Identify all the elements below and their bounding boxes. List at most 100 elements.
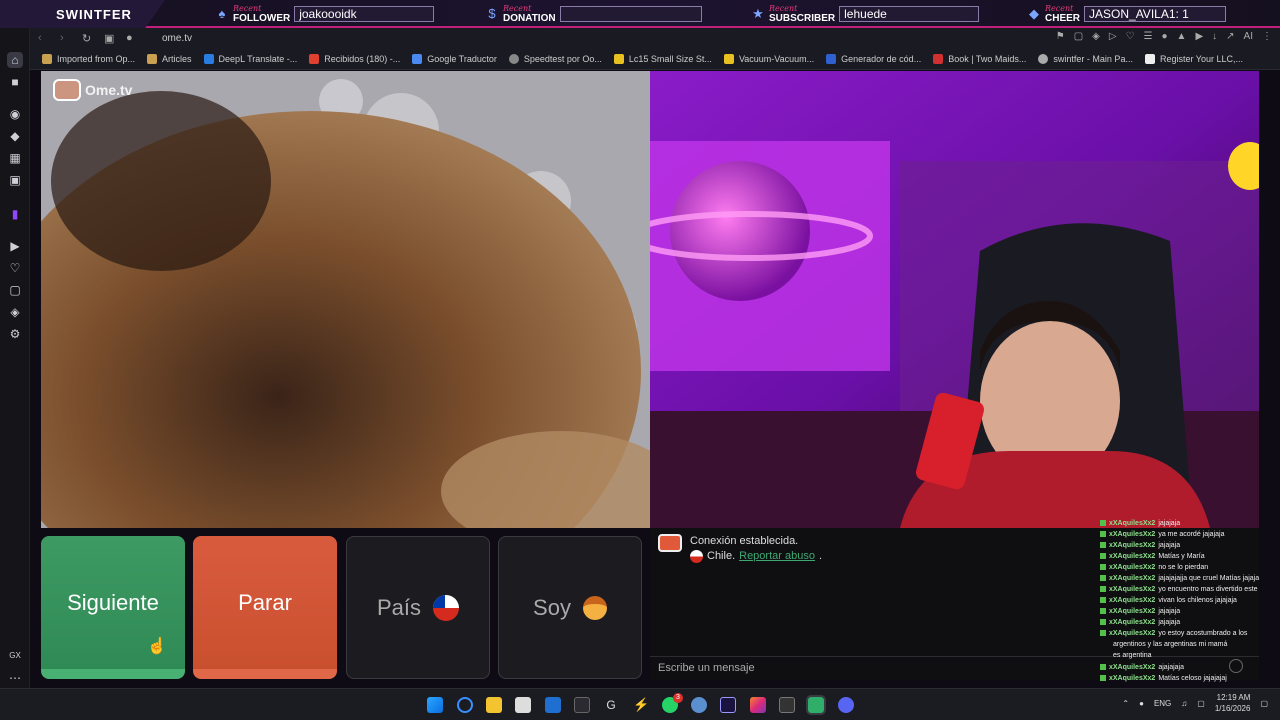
diamond-icon[interactable]: ◆ <box>7 128 23 144</box>
user-icon: ♠ <box>218 6 226 21</box>
chile-flag-icon <box>433 594 460 621</box>
browser-sidebar: ⌂ ■ ◉ ◆ ▦ ▣ ▮ ▶ ♡ ▢ ◈ ⚙ GX ⋯ <box>0 28 30 688</box>
play-icon[interactable]: ▷ <box>1109 31 1117 42</box>
globe-icon[interactable] <box>691 697 707 713</box>
cortana-icon[interactable] <box>457 697 473 713</box>
gamepad-icon[interactable]: ■ <box>7 74 23 90</box>
instagram-icon[interactable] <box>750 697 766 713</box>
report-abuse-link[interactable]: Reportar abuso <box>739 549 815 564</box>
bookmark-item[interactable]: Recibidos (180) -... <box>309 53 400 64</box>
pin-icon[interactable]: ↗ <box>1226 31 1234 42</box>
clock[interactable]: 12:19 AM 1/16/2026 <box>1215 692 1251 714</box>
badge-icon <box>1100 664 1106 670</box>
heart-icon[interactable]: ♡ <box>1126 31 1135 42</box>
more-icon[interactable]: ⋯ <box>7 670 23 686</box>
store-icon[interactable] <box>515 697 531 713</box>
gender-button[interactable]: Soy <box>498 536 642 679</box>
ai-button[interactable]: AI <box>1244 31 1253 42</box>
forward-icon[interactable]: › <box>60 32 74 44</box>
speaker-icon[interactable]: ♫ <box>1181 699 1187 708</box>
menu-icon[interactable]: ☰ <box>1144 31 1153 42</box>
outlook-icon[interactable] <box>545 697 561 713</box>
dollar-icon: $ <box>488 6 496 21</box>
chevron-up-icon[interactable]: ⌃ <box>1122 699 1129 708</box>
g-app-icon[interactable]: G <box>603 697 619 713</box>
bookmark-item[interactable]: Speedtest por Oo... <box>508 53 602 64</box>
next-button[interactable]: Siguiente <box>41 536 185 679</box>
bookmark-item[interactable]: DeepL Translate -... <box>203 53 297 64</box>
calendar-icon[interactable] <box>574 697 590 713</box>
badge-icon <box>1100 597 1106 603</box>
gx-label[interactable]: GX <box>7 648 23 664</box>
play-icon[interactable]: ▶ <box>7 238 23 254</box>
twitch-app-icon[interactable]: ▮ <box>7 206 23 222</box>
box-icon[interactable]: ▣ <box>7 172 23 188</box>
chile-flag-icon <box>690 550 703 563</box>
bookmark-item[interactable]: Vacuum-Vacuum... <box>723 53 814 64</box>
stream-chat-message: xXAquilesXx2 no se lo pierdan <box>1100 562 1280 573</box>
bookmark-item[interactable]: Articles <box>147 53 192 64</box>
star-icon: ★ <box>752 6 764 21</box>
follower-label: FOLLOWER <box>233 13 291 24</box>
speedtest-icon <box>508 53 519 64</box>
profile-icon[interactable]: ● <box>1162 31 1168 42</box>
extensions-icon[interactable]: ▲ <box>1177 31 1187 42</box>
home-icon[interactable]: ⌂ <box>7 52 23 68</box>
bookmark-item[interactable]: Register Your LLC,... <box>1144 53 1243 64</box>
book-icon <box>933 53 944 64</box>
twitch-icon[interactable]: ◉ <box>7 106 23 122</box>
settings-icon[interactable]: ⚙ <box>7 326 23 342</box>
reload-icon[interactable]: ↻ <box>82 32 96 45</box>
country-button[interactable]: País <box>346 536 490 679</box>
lock-icon: ● <box>126 32 133 44</box>
badge-icon <box>1100 553 1106 559</box>
obs-icon[interactable] <box>779 697 795 713</box>
premiere-icon[interactable] <box>720 697 736 713</box>
url-text[interactable]: ome.tv <box>162 33 192 44</box>
bookmark-item[interactable]: swintfer - Main Pa... <box>1038 53 1133 64</box>
stream-chat-message: xXAquilesXx2 yo encuentro mas divertido e… <box>1100 584 1280 595</box>
cheer-label: CHEER <box>1045 13 1081 24</box>
bookmark-item[interactable]: Book | Two Maids... <box>933 53 1026 64</box>
clipboard-icon[interactable]: ▢ <box>7 282 23 298</box>
shield-icon[interactable]: ◈ <box>1092 31 1100 42</box>
file-explorer-icon[interactable] <box>486 697 502 713</box>
active-app-icon[interactable] <box>806 695 826 715</box>
microphone-icon[interactable]: ● <box>1139 699 1144 708</box>
self-video-frame <box>650 71 1259 528</box>
stop-button[interactable]: Parar <box>193 536 337 679</box>
badge-icon <box>1100 520 1106 526</box>
screenshot-icon[interactable]: ▢ <box>1074 31 1083 42</box>
bookmark-item[interactable]: Lc15 Small Size St... <box>613 53 712 64</box>
site-icon <box>613 53 624 64</box>
discord-icon[interactable] <box>838 697 854 713</box>
display-icon[interactable]: ▢ <box>1197 699 1205 708</box>
stream-chat-message: xXAquilesXx2 jajajaja <box>1100 617 1280 628</box>
lightning-icon[interactable]: ⚡ <box>633 697 649 713</box>
language-indicator[interactable]: ENG <box>1154 699 1171 708</box>
stream-chat-message: xXAquilesXx2 ajajajaja <box>1100 662 1280 673</box>
grid-icon[interactable]: ▦ <box>7 150 23 166</box>
camera-icon[interactable]: ▣ <box>104 32 118 45</box>
subscriber-label: SUBSCRIBER <box>769 13 836 24</box>
stream-chat-message-continued: argentinos y las argentinas mi mamá <box>1113 641 1228 648</box>
ometv-logo-icon <box>53 79 81 101</box>
heart-icon[interactable]: ♡ <box>7 260 23 276</box>
bookmark-icon[interactable]: ⚑ <box>1056 31 1065 42</box>
cube-icon[interactable]: ◈ <box>7 304 23 320</box>
stream-chat-message: xXAquilesXx2 yo estoy acostumbrado a los <box>1100 628 1280 639</box>
recent-subscriber: ★ Recent SUBSCRIBER lehuede <box>750 2 980 26</box>
back-icon[interactable]: ‹ <box>38 32 52 44</box>
translate-icon <box>412 53 423 64</box>
stream-chat-message: xXAquilesXx2 jajajaja <box>1100 540 1280 551</box>
flow-icon[interactable]: ▶ <box>1195 31 1203 42</box>
ometv-logo: Ome.tv <box>53 79 132 101</box>
bookmark-item[interactable]: Generador de cód... <box>826 53 921 64</box>
stream-chat-message: xXAquilesXx2 Matías celoso jajajajaj <box>1100 673 1280 684</box>
notification-icon[interactable]: ▢ <box>1260 699 1268 708</box>
windows-start-icon[interactable] <box>427 697 443 713</box>
bookmark-item[interactable]: Google Traductor <box>412 53 497 64</box>
bookmark-item[interactable]: Imported from Op... <box>42 53 135 64</box>
more-menu-icon[interactable]: ⋮ <box>1262 31 1272 42</box>
download-icon[interactable]: ↓ <box>1212 31 1217 42</box>
